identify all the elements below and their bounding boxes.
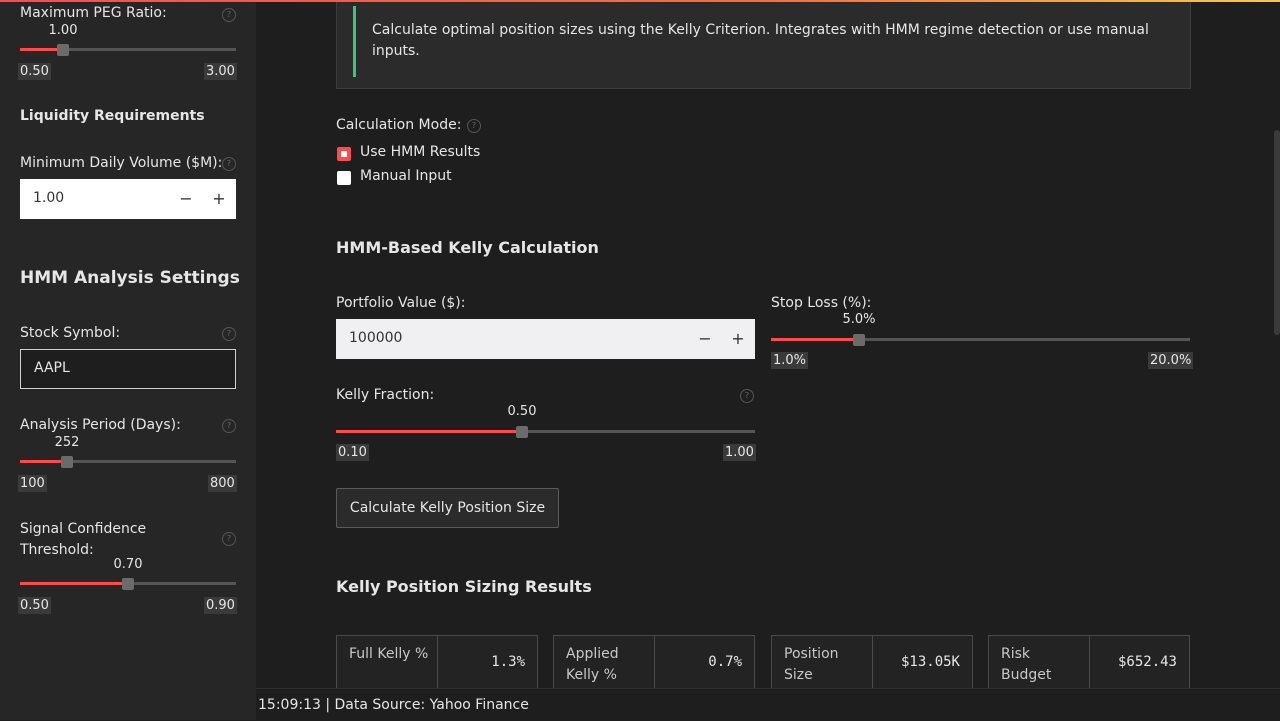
portfolio-value-label: Portfolio Value ($): xyxy=(336,295,466,311)
increment-button[interactable]: + xyxy=(722,319,754,359)
analysis-period-max: 800 xyxy=(208,475,237,492)
sidebar: Maximum PEG Ratio: ? 1.00 0.50 3.00 Liqu… xyxy=(0,0,256,720)
kelly-fraction-fill xyxy=(336,430,522,433)
analysis-period-thumb[interactable] xyxy=(61,456,73,468)
kelly-fraction-max: 1.00 xyxy=(723,444,756,461)
metric-label: Full Kelly % xyxy=(349,646,429,662)
portfolio-value-input[interactable]: 100000 − + xyxy=(336,319,755,359)
kelly-fraction-min: 0.10 xyxy=(336,444,369,461)
analysis-period-min: 100 xyxy=(18,475,47,492)
analysis-period-label: Analysis Period (Days): xyxy=(20,417,181,433)
metric-divider xyxy=(872,636,873,696)
analysis-period-value: 252 xyxy=(54,435,80,450)
kelly-fraction-value: 0.50 xyxy=(507,404,537,419)
stop-loss-label: Stop Loss (%): xyxy=(771,295,872,311)
signal-confidence-thumb[interactable] xyxy=(122,578,134,590)
metric-label: Risk Budget xyxy=(1001,646,1052,683)
help-icon[interactable]: ? xyxy=(222,327,236,341)
portfolio-value-value: 100000 xyxy=(349,330,403,346)
stop-loss-fill xyxy=(771,338,859,341)
top-accent-bar xyxy=(0,0,1280,2)
signal-confidence-value: 0.70 xyxy=(113,557,143,572)
help-icon[interactable]: ? xyxy=(222,8,236,22)
calculation-mode-label: Calculation Mode: xyxy=(336,117,462,133)
peg-ratio-label: Maximum PEG Ratio: xyxy=(20,5,167,21)
kelly-fraction-thumb[interactable] xyxy=(516,426,528,438)
kelly-fraction-label: Kelly Fraction: xyxy=(336,387,435,403)
metric-divider xyxy=(654,636,655,696)
metric-value: 0.7% xyxy=(708,654,742,670)
metric-label: Applied Kelly % xyxy=(566,646,619,683)
results-heading: Kelly Position Sizing Results xyxy=(336,577,592,596)
help-icon[interactable]: ? xyxy=(222,419,236,433)
metric-divider xyxy=(437,636,438,696)
info-callout: Calculate optimal position sizes using t… xyxy=(336,0,1191,89)
calculate-kelly-button[interactable]: Calculate Kelly Position Size xyxy=(336,488,559,528)
info-text: Calculate optimal position sizes using t… xyxy=(372,22,1149,59)
daily-volume-input[interactable]: 1.00 − + xyxy=(20,179,236,219)
manual-input-label[interactable]: Manual Input xyxy=(360,168,452,184)
signal-confidence-label: Signal Confidence Threshold: xyxy=(20,521,147,558)
footer-text: 15:09:13 | Data Source: Yahoo Finance xyxy=(258,697,529,713)
metric-value: 1.3% xyxy=(491,654,525,670)
stop-loss-thumb[interactable] xyxy=(853,334,865,346)
stock-symbol-value: AAPL xyxy=(34,360,70,376)
help-icon[interactable]: ? xyxy=(740,389,754,403)
use-hmm-results-checkbox[interactable] xyxy=(337,147,351,161)
decrement-button[interactable]: − xyxy=(689,319,721,359)
peg-ratio-thumb[interactable] xyxy=(57,44,69,56)
signal-confidence-min: 0.50 xyxy=(18,597,51,614)
hmm-kelly-heading: HMM-Based Kelly Calculation xyxy=(336,238,599,257)
manual-input-checkbox[interactable] xyxy=(337,171,351,185)
metric-label: Position Size xyxy=(784,646,839,683)
daily-volume-value: 1.00 xyxy=(33,190,65,206)
footer: 15:09:13 | Data Source: Yahoo Finance xyxy=(256,688,1280,721)
daily-volume-label: Minimum Daily Volume ($M): xyxy=(20,155,223,171)
hmm-settings-heading: HMM Analysis Settings xyxy=(20,268,240,288)
help-icon[interactable]: ? xyxy=(222,532,236,546)
increment-button[interactable]: + xyxy=(203,179,235,219)
stop-loss-value: 5.0% xyxy=(842,312,876,327)
peg-ratio-max: 3.00 xyxy=(204,63,237,80)
stop-loss-min: 1.0% xyxy=(771,352,809,369)
decrement-button[interactable]: − xyxy=(170,179,202,219)
stock-symbol-label: Stock Symbol: xyxy=(20,325,121,341)
metric-divider xyxy=(1089,636,1090,696)
peg-ratio-min: 0.50 xyxy=(18,63,51,80)
stop-loss-max: 20.0% xyxy=(1148,352,1194,369)
analysis-period-fill xyxy=(20,460,67,463)
help-icon[interactable]: ? xyxy=(222,157,236,171)
scrollbar[interactable] xyxy=(1274,130,1280,335)
help-icon[interactable]: ? xyxy=(467,119,481,133)
info-accent-bar xyxy=(353,6,356,77)
metric-value: $652.43 xyxy=(1117,654,1177,670)
signal-confidence-max: 0.90 xyxy=(204,597,237,614)
signal-confidence-fill xyxy=(20,582,128,585)
use-hmm-results-label[interactable]: Use HMM Results xyxy=(360,144,480,160)
stock-symbol-input[interactable]: AAPL xyxy=(20,349,236,389)
liquidity-heading: Liquidity Requirements xyxy=(20,108,205,124)
metric-value: $13.05K xyxy=(900,654,960,670)
peg-ratio-value: 1.00 xyxy=(48,23,78,38)
